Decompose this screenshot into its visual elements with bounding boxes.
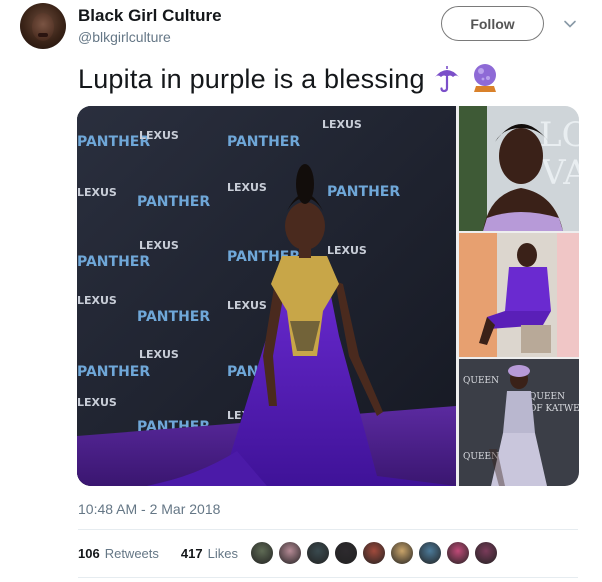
tweet-timestamp[interactable]: 10:48 AM - 2 Mar 2018	[78, 501, 220, 517]
backdrop-logo: PANTHER	[77, 364, 150, 380]
user-handle[interactable]: @blkgirlculture	[78, 29, 171, 45]
liker-avatar[interactable]	[446, 541, 470, 565]
display-name[interactable]: Black Girl Culture	[78, 6, 222, 26]
backdrop-logo: PANTHER	[137, 309, 210, 325]
backdrop-logo: LEXUS	[77, 294, 117, 307]
svg-text:VA: VA	[540, 153, 579, 193]
likes-label[interactable]: Likes	[208, 546, 238, 561]
liker-avatar[interactable]	[418, 541, 442, 565]
backdrop-logo: PANTHER	[137, 194, 210, 210]
retweets-label[interactable]: Retweets	[105, 546, 159, 561]
chevron-down-icon[interactable]	[563, 17, 577, 31]
liker-avatar[interactable]	[474, 541, 498, 565]
liker-avatar[interactable]	[390, 541, 414, 565]
backdrop-logo: LEXUS	[227, 299, 267, 312]
side-photo-3[interactable]: QUEEN QUEEN OF KATWE QUEEN	[459, 359, 579, 486]
avatar-lips	[38, 33, 48, 37]
crystal-ball-icon	[474, 64, 496, 92]
divider	[78, 577, 578, 578]
svg-text:QUEEN: QUEEN	[463, 376, 499, 386]
side-photo-1[interactable]: LO VA	[459, 106, 579, 231]
divider	[78, 529, 578, 530]
backdrop-logo: LEXUS	[139, 129, 179, 142]
retweets-count[interactable]: 106	[78, 546, 100, 561]
backdrop-logo: LEXUS	[327, 244, 367, 257]
liker-avatar[interactable]	[278, 541, 302, 565]
backdrop-logo: LEXUS	[77, 396, 117, 409]
backdrop-logo: LEXUS	[322, 118, 362, 131]
side-photo-2[interactable]	[459, 233, 579, 357]
liker-avatar[interactable]	[334, 541, 358, 565]
umbrella-icon	[435, 66, 459, 93]
svg-text:QUEEN: QUEEN	[529, 392, 565, 402]
tweet-text: Lupita in purple is a blessing	[78, 64, 425, 94]
svg-text:OF KATWE: OF KATWE	[529, 404, 579, 414]
liker-avatar[interactable]	[362, 541, 386, 565]
backdrop-logo: LEXUS	[139, 348, 179, 361]
backdrop-logo: LEXUS	[139, 239, 179, 252]
svg-text:LO: LO	[539, 115, 579, 155]
follow-button[interactable]: Follow	[441, 6, 544, 41]
backdrop-logo: PANTHER	[77, 254, 150, 270]
tweet-media[interactable]: PANTHER PANTHER PANTHER PANTHER PANTHER …	[77, 106, 579, 486]
liker-avatar[interactable]	[306, 541, 330, 565]
liker-avatars	[250, 541, 498, 565]
backdrop-logo: PANTHER	[327, 184, 400, 200]
backdrop-logo: PANTHER	[227, 134, 300, 150]
tweet-stats: 106 Retweets 417 Likes	[78, 546, 238, 561]
liker-avatar[interactable]	[250, 541, 274, 565]
backdrop-logo: LEXUS	[227, 181, 267, 194]
main-photo[interactable]: PANTHER PANTHER PANTHER PANTHER PANTHER …	[77, 106, 456, 486]
backdrop-logo: LEXUS	[77, 186, 117, 199]
likes-count[interactable]: 417	[181, 546, 203, 561]
profile-avatar[interactable]	[20, 3, 66, 49]
